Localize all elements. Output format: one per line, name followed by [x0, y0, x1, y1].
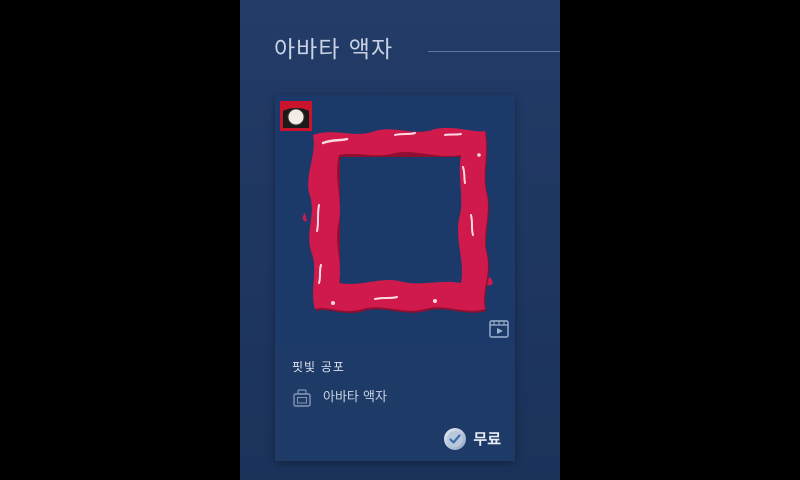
moon-badge-icon	[280, 101, 312, 131]
steam-points-icon	[444, 428, 467, 450]
frames-section: 아바타 액자 핏빛 공포 아바타 액자 무료	[240, 0, 560, 480]
section-title: 아바타 액자	[274, 37, 394, 63]
item-info: 핏빛 공포 아바타 액자 무료	[275, 345, 515, 461]
price-label: 무료	[473, 430, 501, 448]
video-preview-icon[interactable]	[489, 320, 509, 338]
price[interactable]: 무료	[443, 427, 501, 451]
frame-preview[interactable]	[275, 95, 515, 345]
item-type-label: 아바타 액자	[323, 390, 387, 405]
item-card[interactable]: 핏빛 공포 아바타 액자 무료	[275, 95, 515, 461]
frame-icon	[293, 389, 311, 407]
item-name: 핏빛 공포	[292, 360, 345, 374]
blood-frame-image	[302, 127, 493, 313]
section-divider	[428, 51, 560, 52]
